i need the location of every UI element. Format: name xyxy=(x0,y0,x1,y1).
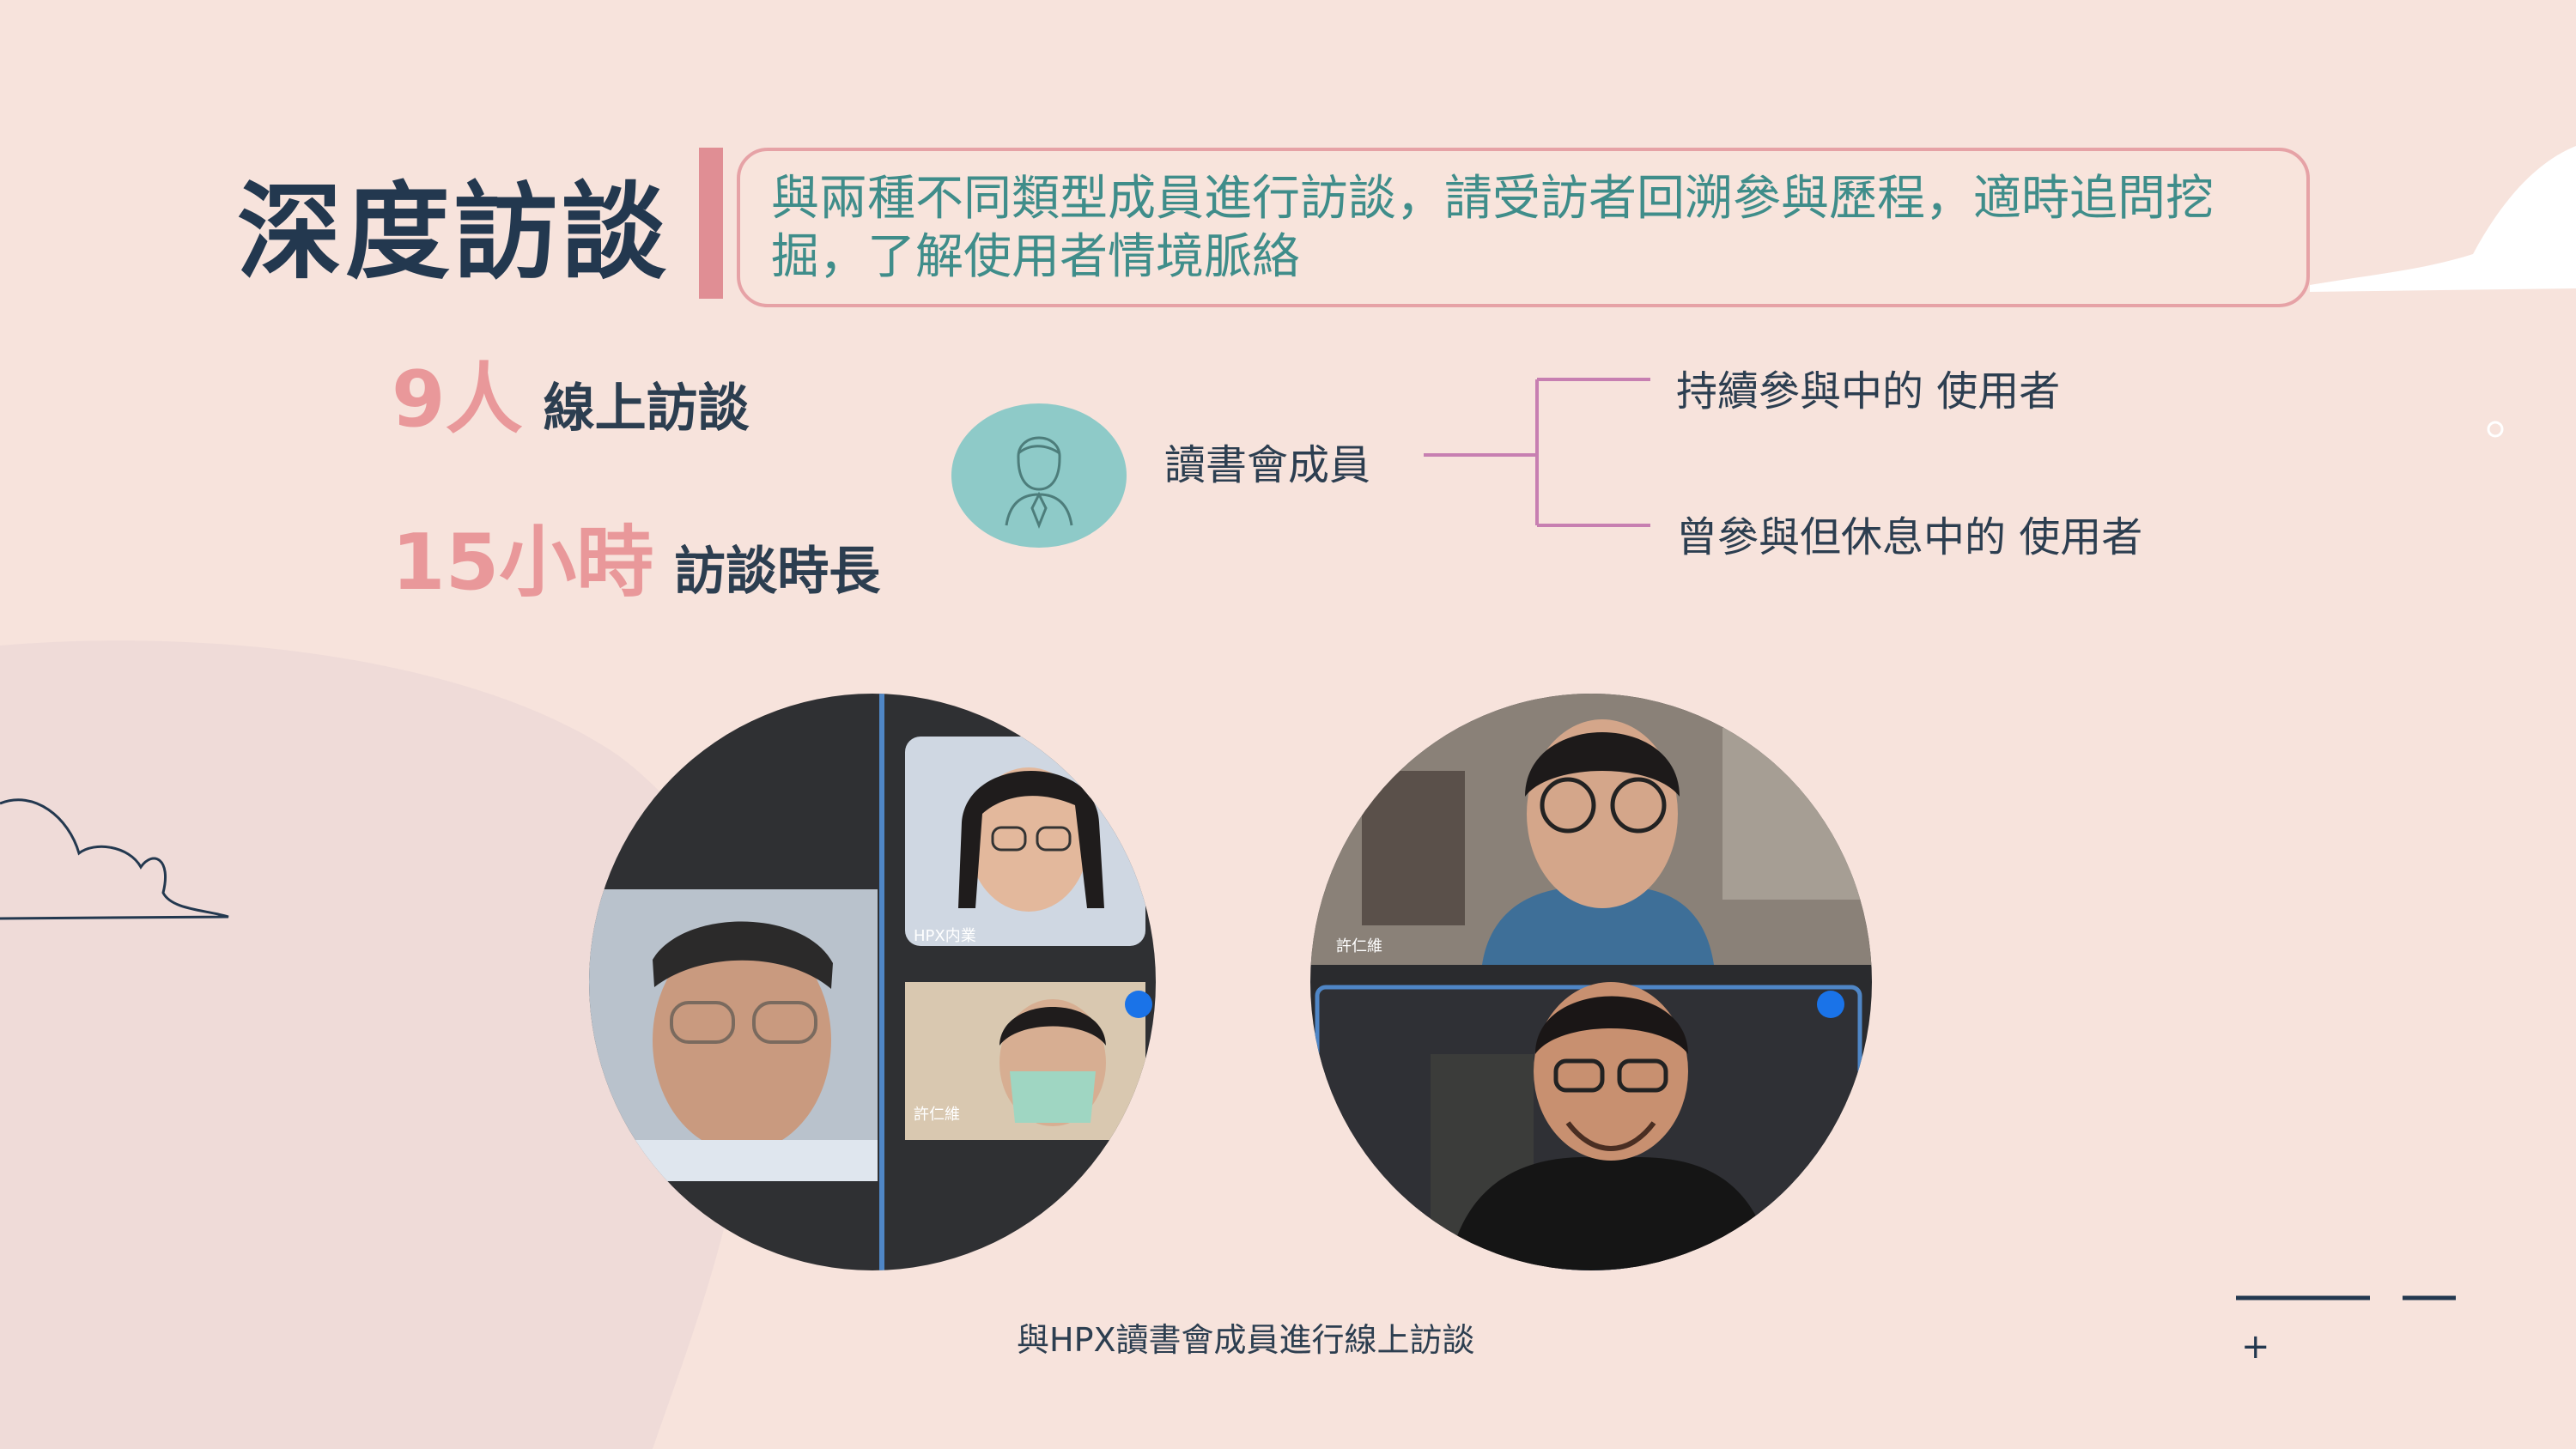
branch-connector xyxy=(1424,378,1650,527)
participant-name-right-top: 許仁維 xyxy=(1336,937,1382,955)
page-title: 深度訪談 xyxy=(237,172,670,294)
video-call-photo-right: 許仁維 xyxy=(1310,694,1872,1270)
participant-name-left-bottom: 許仁維 xyxy=(914,1106,960,1124)
speaking-indicator-icon xyxy=(1817,991,1844,1018)
stat-duration: 15小時 訪談時長 xyxy=(392,500,880,611)
top-right-cloud-shape xyxy=(2310,146,2576,292)
stat-duration-number: 15小時 xyxy=(392,518,654,608)
stat-duration-label: 訪談時長 xyxy=(674,542,881,602)
diagram-root-label: 讀書會成員 xyxy=(1164,441,1371,489)
diagram-branch-paused: 曾參與但休息中的 使用者 xyxy=(1676,513,2143,561)
description-box: 與兩種不同類型成員進行訪談，請受訪者回溯參與歷程，適時追問挖掘，了解使用者情境脈… xyxy=(737,148,2310,307)
video-call-photo-left: HPX内業 許仁維 xyxy=(589,694,1156,1270)
stat-interviews: 9人 線上訪談 xyxy=(392,336,750,448)
stat-interviews-label: 線上訪談 xyxy=(543,379,750,439)
participant-name-left-top: HPX内業 xyxy=(914,927,976,945)
stat-interviews-number: 9人 xyxy=(392,355,523,445)
photo-caption: 與HPX讀書會成員進行線上訪談 xyxy=(1017,1321,1475,1359)
diagram-branch-active: 持續參與中的 使用者 xyxy=(1676,367,2061,415)
speaking-indicator-icon xyxy=(1125,991,1152,1018)
user-avatar-icon xyxy=(951,403,1127,548)
description-text: 與兩種不同類型成員進行訪談，請受訪者回溯參與歷程，適時追問挖掘，了解使用者情境脈… xyxy=(771,171,2214,285)
small-ring-decoration xyxy=(2487,421,2504,438)
title-accent-bar xyxy=(699,148,723,299)
plus-decoration: + xyxy=(2241,1327,2270,1367)
